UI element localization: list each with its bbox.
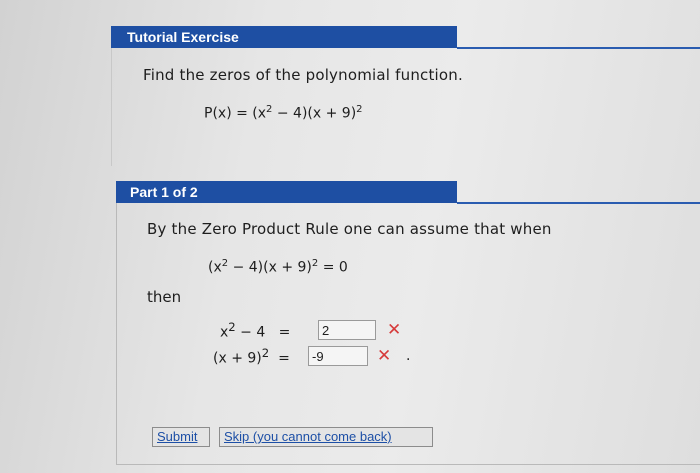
factor-2-base: (x + 9) xyxy=(213,350,262,367)
period-mark: . xyxy=(406,348,411,364)
poly-part-mid: − 4)(x + 9) xyxy=(272,105,357,122)
exercise-prompt: Find the zeros of the polynomial functio… xyxy=(143,66,463,84)
factor-2-rest: = xyxy=(269,350,290,367)
tutorial-header-rule xyxy=(457,47,700,49)
tutorial-left-border xyxy=(111,48,112,166)
factor-1-exponent: 2 xyxy=(228,320,236,334)
incorrect-icon: ✕ xyxy=(377,346,392,366)
part-header: Part 1 of 2 xyxy=(116,181,457,203)
skip-button[interactable]: Skip (you cannot come back) xyxy=(219,427,433,447)
zero-eq-part-c: = 0 xyxy=(318,259,348,276)
answer-field-1[interactable]: 2 xyxy=(318,320,376,340)
factor-row-2-label: (x + 9)2 = xyxy=(213,346,290,367)
polynomial-function: P(x) = (x2 − 4)(x + 9)2 xyxy=(204,104,363,122)
page: Tutorial Exercise Find the zeros of the … xyxy=(0,0,700,473)
factor-row-1-label: x2 − 4 = xyxy=(220,320,290,341)
tutorial-header: Tutorial Exercise xyxy=(111,26,457,48)
zero-eq-part-a: (x xyxy=(208,259,222,276)
zero-product-statement: By the Zero Product Rule one can assume … xyxy=(147,220,552,238)
factor-1-rest: − 4 = xyxy=(235,324,291,341)
zero-eq-part-b: − 4)(x + 9) xyxy=(228,259,312,276)
answer-field-2[interactable]: -9 xyxy=(308,346,368,366)
part-panel xyxy=(116,203,700,465)
zero-equation: (x2 − 4)(x + 9)2 = 0 xyxy=(208,258,348,276)
submit-button[interactable]: Submit xyxy=(152,427,210,447)
poly-part-lhs: P(x) = (x xyxy=(204,105,267,122)
then-label: then xyxy=(147,288,182,306)
poly-exponent-2: 2 xyxy=(356,104,363,115)
incorrect-icon: ✕ xyxy=(387,320,402,340)
